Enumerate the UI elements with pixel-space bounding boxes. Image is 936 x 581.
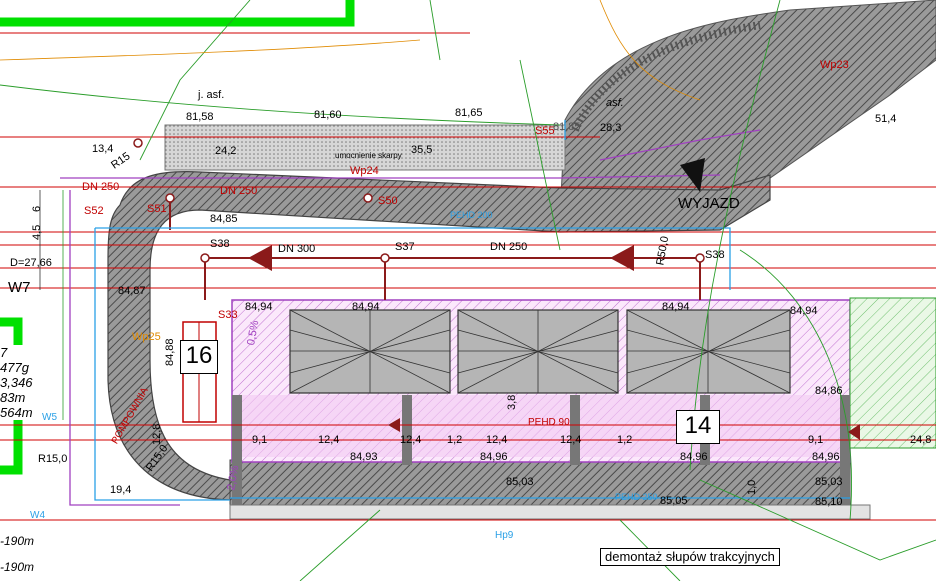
label-w5: W5 (42, 412, 57, 423)
dim-9-1b: 9,1 (808, 434, 823, 446)
dim-12-4c: 12,4 (486, 434, 507, 446)
label-hp9: Hp9 (495, 530, 514, 541)
dim-12-4a: 12,4 (318, 434, 339, 446)
dim-28-3: 28,3 (600, 122, 621, 134)
label-dn250-b: DN 250 (490, 241, 527, 253)
label-s33: S33 (218, 309, 238, 321)
label-s38a: S38 (210, 238, 230, 250)
label-s38b: S38 (705, 249, 725, 261)
label-wp25: Wp25 (132, 331, 161, 343)
dim-3-8: 3,8 (506, 395, 518, 410)
label-demontaz: demontaż słupów trakcyjnych (600, 548, 780, 566)
dim-84-96c: 84,96 (812, 451, 840, 463)
dim-24-8: 24,8 (910, 434, 931, 446)
label-s51: S51 (147, 203, 167, 215)
dim-12-4b: 12,4 (400, 434, 421, 446)
label-pehd90: PEHD 90 (528, 417, 570, 428)
label-dn250-c: DN 250 (82, 181, 119, 193)
dim-35-5: 35,5 (411, 144, 432, 156)
label-14: 14 (676, 410, 720, 444)
label-s50: S50 (378, 195, 398, 207)
dim-81-85: 81,85 (553, 121, 581, 133)
dim-81-60: 81,60 (314, 109, 342, 121)
label-pehd-a: PEHD 200 (450, 210, 493, 220)
label-s55: S55 (535, 125, 555, 137)
dim-85-05: 85,05 (660, 495, 688, 507)
label-umocnienie: umocnienie skarpy (335, 151, 402, 160)
legend-row-5: 564m (0, 405, 33, 420)
dim-84-94a: 84,94 (245, 301, 273, 313)
dim-81-65: 81,65 (455, 107, 483, 119)
dim-1-2b: 1,2 (617, 434, 632, 446)
dim-19-4: 19,4 (110, 484, 131, 496)
lower-road-strip (229, 504, 871, 520)
roof-blocks (289, 309, 791, 394)
dim-4-5: 4,5 (31, 225, 43, 240)
label-w4: W4 (30, 510, 45, 521)
dim-84-85: 84,85 (210, 213, 238, 225)
dim-84-96a: 84,96 (480, 451, 508, 463)
dim-13-4: 13,4 (92, 143, 113, 155)
dim-84-94b: 84,94 (352, 301, 380, 313)
legend-row-1: 7 (0, 345, 8, 360)
label-asf2: asf. (606, 97, 624, 109)
legend-row-2: 477g (0, 360, 29, 375)
dim-84-93: 84,93 (350, 451, 378, 463)
label-pehd-b: PEHD 250 (615, 492, 658, 502)
label-d27: D=27,66 (10, 257, 52, 269)
label-w7: W7 (8, 279, 31, 296)
dim-6: 6 (31, 206, 43, 212)
label-dn250-a: DN 250 (220, 185, 257, 197)
label-r15-a: R15,0 (38, 453, 67, 465)
dim-1-0: 1,0 (746, 480, 758, 495)
dim-85-03b: 85,03 (815, 476, 843, 488)
dim-12-4d: 12,4 (560, 434, 581, 446)
label-wp24: Wp24 (350, 165, 379, 177)
dim-84-87: 84,87 (118, 285, 146, 297)
dim-24-2: 24,2 (215, 145, 236, 157)
dim-12-8: 12,8 (151, 424, 163, 445)
map-drawing: DN 300 DN 250 S37 S38 S38 S50 S51 S52 S5… (0, 0, 936, 581)
dim-84-94d: 84,94 (790, 305, 818, 317)
dim-1-2a: 1,2 (447, 434, 462, 446)
dim-9-1a: 9,1 (252, 434, 267, 446)
legend-row-7: -190m (0, 560, 35, 574)
dim-84-94c: 84,94 (662, 301, 690, 313)
label-r50: R50,0 (654, 235, 671, 266)
dim-51-4: 51,4 (875, 113, 896, 125)
label-wp23: Wp23 (820, 59, 849, 71)
label-wyjazd: WYJAZD (678, 195, 740, 212)
left-legend: 7 477g 3,346 83m 564m (0, 345, 38, 420)
label-dn300: DN 300 (278, 243, 315, 255)
label-s52: S52 (84, 205, 104, 217)
label-s37: S37 (395, 241, 415, 253)
dim-84-96b: 84,96 (680, 451, 708, 463)
dim-85-03a: 85,03 (506, 476, 534, 488)
legend-row-6: -190m (0, 534, 35, 548)
site-plan-svg: DN 300 DN 250 S37 S38 S38 S50 S51 S52 S5… (0, 0, 936, 581)
dim-84-88: 84,88 (164, 338, 176, 366)
label-asf: j. asf. (197, 89, 224, 101)
property-boundary-top (0, 0, 355, 27)
dim-81-58: 81,58 (186, 111, 214, 123)
legend-row-4: 83m (0, 390, 26, 405)
dim-84-86: 84,86 (815, 385, 843, 397)
legend-row-3: 3,346 (0, 375, 33, 390)
dim-85-10: 85,10 (815, 496, 843, 508)
label-16: 16 (180, 340, 218, 374)
